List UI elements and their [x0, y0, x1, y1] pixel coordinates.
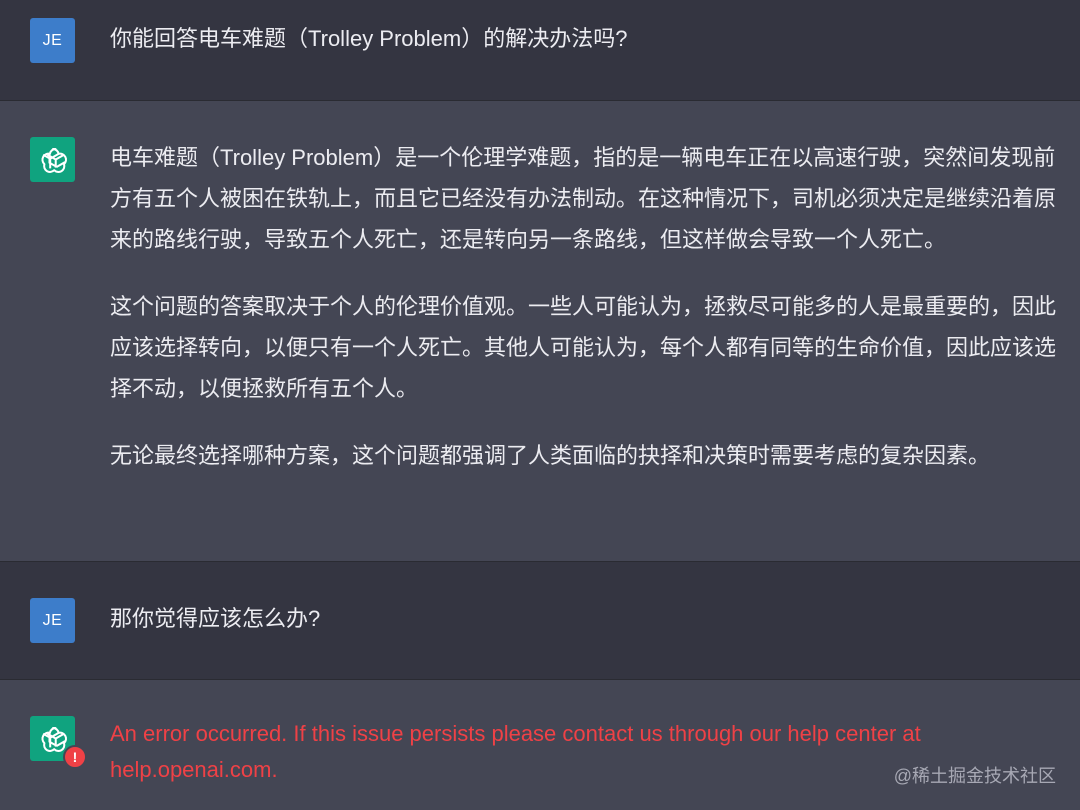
answer-paragraph: 电车难题（Trolley Problem）是一个伦理学难题，指的是一辆电车正在以… — [110, 145, 1057, 252]
user-message-text: 那你觉得应该怎么办? — [110, 606, 321, 631]
assistant-message-row: 电车难题（Trolley Problem）是一个伦理学难题，指的是一辆电车正在以… — [0, 101, 1080, 561]
watermark: @稀土掘金技术社区 — [893, 766, 1056, 786]
user-message-row: JE 你能回答电车难题（Trolley Problem）的解决办法吗? — [0, 0, 1080, 100]
assistant-error-row: ! An error occurred. If this issue persi… — [0, 680, 1080, 810]
user-avatar: JE — [30, 598, 75, 643]
openai-logo-icon — [40, 147, 67, 173]
openai-logo-icon — [40, 726, 67, 752]
answer-paragraph: 无论最终选择哪种方案，这个问题都强调了人类面临的抉择和决策时需要考虑的复杂因素。 — [110, 443, 991, 468]
user-avatar: JE — [30, 18, 75, 63]
user-message-text: 你能回答电车难题（Trolley Problem）的解决办法吗? — [110, 26, 628, 51]
assistant-avatar — [30, 137, 75, 182]
answer-paragraph: 这个问题的答案取决于个人的伦理价值观。一些人可能认为，拯救尽可能多的人是最重要的… — [110, 294, 1057, 401]
user-message-row: JE 那你觉得应该怎么办? — [0, 562, 1080, 679]
assistant-message-text: 电车难题（Trolley Problem）是一个伦理学难题，指的是一辆电车正在以… — [110, 137, 1060, 476]
error-icon: ! — [63, 745, 87, 769]
